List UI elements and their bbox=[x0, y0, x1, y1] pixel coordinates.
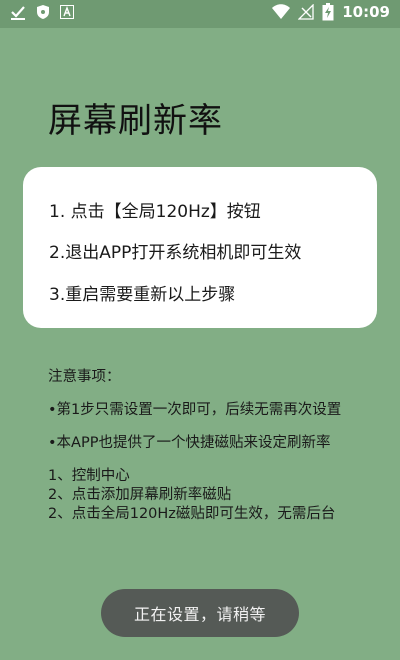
note-bullet-1: •第1步只需设置一次即可，后续无需再次设置 bbox=[48, 402, 342, 418]
status-bar: 10:09 bbox=[0, 0, 400, 28]
shield-icon bbox=[36, 4, 50, 20]
tile-step-1: 1、控制中心 bbox=[48, 468, 130, 484]
status-time: 10:09 bbox=[342, 3, 390, 21]
check-notification-icon bbox=[10, 4, 26, 20]
tile-step-2: 2、点击添加屏幕刷新率磁贴 bbox=[48, 487, 232, 503]
notes-section: 注意事项： •第1步只需设置一次即可，后续无需再次设置 •本APP也提供了一个快… bbox=[48, 368, 360, 524]
note-bullet-2: •本APP也提供了一个快捷磁贴来设定刷新率 bbox=[48, 435, 331, 451]
signal-icon bbox=[298, 4, 314, 20]
tile-steps: 1、控制中心 2、点击添加屏幕刷新率磁贴 2、点击全局120Hz磁贴即可生效，无… bbox=[48, 467, 360, 524]
instruction-step-1: 1. 点击【全局120Hz】按钮 bbox=[49, 202, 261, 222]
instructions-card: 1. 点击【全局120Hz】按钮 2.退出APP打开系统相机即可生效 3.重启需… bbox=[23, 167, 377, 328]
notes-title: 注意事项： bbox=[48, 369, 121, 385]
instruction-step-2: 2.退出APP打开系统相机即可生效 bbox=[49, 243, 302, 263]
instruction-step-3: 3.重启需要重新以上步骤 bbox=[49, 285, 236, 305]
tile-step-3: 2、点击全局120Hz磁贴即可生效，无需后台 bbox=[48, 506, 336, 522]
battery-icon bbox=[322, 3, 334, 21]
page-title: 屏幕刷新率 bbox=[48, 101, 223, 141]
toast-message: 正在设置，请稍等 bbox=[101, 589, 299, 637]
text-app-icon bbox=[60, 5, 74, 19]
wifi-icon bbox=[272, 4, 291, 20]
